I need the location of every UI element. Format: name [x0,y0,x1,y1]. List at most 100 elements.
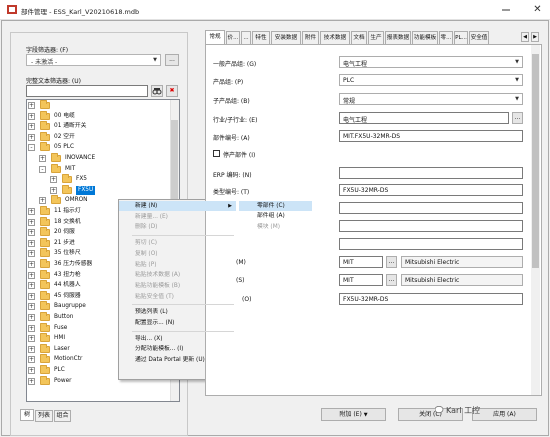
tree-node-label: 44 机器人 [54,282,81,289]
tree-node-label: INOVANCE [65,155,96,161]
manufacturer-code: MIT [343,259,354,266]
bottom-tab[interactable]: 树 [20,409,34,421]
context-menu-item[interactable]: 分配功能模板... (I) [119,344,236,354]
expand-icon[interactable]: + [28,218,35,226]
expand-icon[interactable]: + [28,208,35,215]
expand-icon[interactable]: + [28,377,35,385]
supplier-browse-button[interactable]: ... [386,274,397,286]
context-menu-item[interactable]: 配置显示... (N) [119,318,236,328]
binoculars-icon [152,88,162,95]
supplier-code-field[interactable]: MIT [339,274,383,286]
context-menu-item[interactable]: 导出... (X) [119,334,236,344]
expand-icon[interactable]: + [39,197,46,205]
expand-icon[interactable]: + [28,367,35,374]
property-tab[interactable]: 安装数据 [271,31,301,44]
folder-icon [40,206,50,215]
property-tab[interactable]: 报表数据 [385,31,411,44]
bottom-tab[interactable]: 组合 [54,410,71,422]
folder-icon [40,110,50,120]
property-tab[interactable]: 技术数据 [320,31,350,44]
extra-field-1[interactable] [339,202,523,214]
tab-scroll-right-icon[interactable]: ▶ [531,32,539,42]
expand-icon[interactable]: + [28,239,35,247]
type-number-field[interactable]: FX5U-32MR-DS [339,184,523,196]
expand-icon[interactable]: + [28,250,35,258]
property-tab[interactable]: 特性 [252,31,270,44]
submenu-item[interactable]: 零部件 (C) [239,200,312,211]
property-tab[interactable]: 安全值 [469,31,489,44]
industry-browse-button[interactable]: ... [512,112,523,124]
context-menu-item[interactable]: 预选列表 (L) [119,307,236,317]
order-number-field[interactable]: FX5U-32MR-DS [339,293,523,305]
expand-icon[interactable]: + [28,229,35,237]
expand-icon[interactable]: + [28,102,35,109]
add-button[interactable]: 附加 (E) ▼ [321,408,386,421]
menu-separator [132,330,234,332]
context-menu-item[interactable]: 新建 (N) ▶ [119,201,236,211]
property-tab[interactable]: 零... [439,31,453,44]
property-tab[interactable]: 文档 [351,31,367,44]
bottom-tab[interactable]: 列表 [35,410,53,422]
menu-item-label: 粘贴技术数据 (A) [135,272,181,279]
property-tab[interactable]: 价... [226,31,240,44]
expand-icon[interactable]: + [28,112,35,120]
expand-icon[interactable]: + [28,133,35,141]
expand-icon[interactable]: + [28,314,35,321]
discontinued-checkbox[interactable] [213,150,220,157]
sub-product-select[interactable]: 常规 ▼ [339,93,523,105]
field-filter-select[interactable]: - 未激活 - ▼ [26,54,161,66]
folder-icon [40,354,50,364]
expand-icon[interactable]: + [28,345,35,353]
industry-field[interactable]: 电气工程 [339,112,509,124]
expand-icon[interactable]: + [28,261,35,268]
property-tab[interactable]: 附件 [302,31,319,44]
erp-label: ERP 编码: (N) [213,172,252,179]
menu-item-label: 配置显示... (N) [135,320,175,326]
context-menu-item[interactable]: 通过 Data Portal 更新 (U) [119,355,236,365]
tab-scroll-left-icon[interactable]: ◀ [521,32,529,42]
property-tab[interactable]: 常规 [205,30,225,44]
expand-icon[interactable]: + [28,271,35,279]
property-tab[interactable]: 功能模板 [412,31,438,44]
part-number-field[interactable]: MIT.FX5U-32MR-DS [339,130,523,142]
expand-icon[interactable]: + [28,324,35,332]
expand-icon[interactable]: + [39,155,46,162]
erp-field[interactable] [339,167,523,179]
minimize-icon[interactable] [500,4,512,16]
property-tab[interactable]: 生产 [368,31,384,44]
menu-item-label: 通过 Data Portal 更新 (U) [135,357,205,364]
fulltext-filter-input[interactable] [26,85,148,97]
apply-filter-button[interactable] [151,85,163,97]
product-select[interactable]: PLC ▼ [339,74,523,86]
expand-icon[interactable]: + [28,292,35,300]
tree-node-label: 05 PLC [54,144,74,151]
collapse-icon[interactable]: - [39,165,46,173]
menu-item-label: 粘贴安全值 (T) [135,293,174,300]
tree-node-label: 11 指示灯 [54,208,81,214]
expand-icon[interactable]: + [28,335,35,343]
expand-icon[interactable]: + [28,123,35,131]
expand-icon[interactable]: + [50,176,57,184]
menu-item-label: 分配功能模板... (I) [135,346,184,353]
folder-icon [40,248,50,258]
expand-icon[interactable]: + [28,356,35,364]
field-filter-button[interactable]: ... [165,54,179,66]
submenu-item[interactable]: 部件组 (A) [239,211,312,221]
close-icon[interactable]: ✕ [531,3,544,16]
product-group-select[interactable]: 电气工程 ▼ [339,56,523,68]
expand-icon[interactable]: + [28,282,35,290]
property-tab[interactable]: ... [241,31,251,44]
manufacturer-browse-button[interactable]: ... [386,256,397,268]
context-menu-item: 粘贴技术数据 (A) [119,270,236,280]
extra-field-3[interactable] [339,238,523,250]
expand-icon[interactable]: + [28,303,35,311]
collapse-icon[interactable]: - [28,144,35,152]
extra-field-2[interactable] [339,220,523,232]
property-tab[interactable]: PL... [454,31,468,44]
clear-filter-button[interactable]: ✖ [166,85,178,97]
page-scrollbar-thumb[interactable] [532,54,539,268]
apply-button[interactable]: 应用 (A) [472,408,537,421]
expand-icon[interactable]: + [50,186,57,194]
manufacturer-code-field[interactable]: MIT [339,256,383,268]
tree-node-label: HMI [54,335,66,342]
